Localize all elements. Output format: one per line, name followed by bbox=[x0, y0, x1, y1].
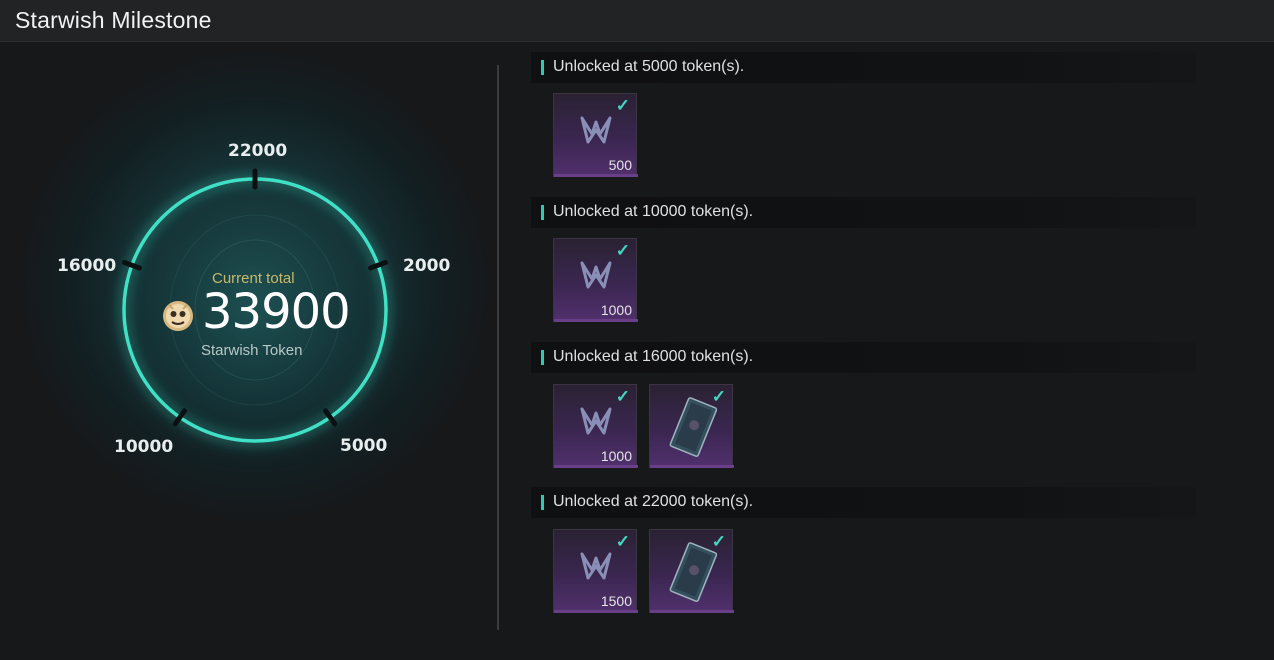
reward-item[interactable]: ✓ bbox=[649, 384, 734, 468]
claimed-check-icon: ✓ bbox=[615, 241, 630, 260]
reward-item[interactable]: ✓ 1000 bbox=[553, 238, 638, 322]
reward-item[interactable]: ✓ 500 bbox=[553, 93, 638, 177]
milestone-label-5000: 5000 bbox=[340, 436, 388, 456]
rarity-bar bbox=[650, 465, 734, 468]
tier-header-10000: Unlocked at 10000 token(s). bbox=[531, 197, 1196, 228]
reward-item[interactable]: ✓ 1000 bbox=[553, 384, 638, 468]
reward-quantity: 1000 bbox=[600, 302, 632, 318]
rarity-bar bbox=[554, 610, 638, 613]
panel-divider bbox=[497, 65, 499, 630]
tier-header-text: Unlocked at 22000 token(s). bbox=[553, 493, 754, 510]
tier-header-text: Unlocked at 5000 token(s). bbox=[553, 58, 745, 75]
rarity-bar bbox=[554, 319, 638, 322]
rarity-bar bbox=[554, 174, 638, 177]
tier-header-22000: Unlocked at 22000 token(s). bbox=[531, 487, 1196, 518]
nexus-logo-icon bbox=[578, 403, 614, 444]
reward-quantity: 1000 bbox=[600, 448, 632, 464]
claimed-check-icon: ✓ bbox=[711, 532, 726, 551]
rarity-bar bbox=[554, 465, 638, 468]
tier-header-16000: Unlocked at 16000 token(s). bbox=[531, 342, 1196, 373]
tier-accent-bar bbox=[541, 495, 544, 510]
nexus-logo-icon bbox=[578, 112, 614, 153]
reward-item[interactable]: ✓ 1500 bbox=[553, 529, 638, 613]
reward-quantity: 1500 bbox=[600, 593, 632, 609]
claimed-check-icon: ✓ bbox=[711, 387, 726, 406]
reward-quantity: 500 bbox=[608, 157, 632, 173]
tier-header-5000: Unlocked at 5000 token(s). bbox=[531, 52, 1196, 83]
nexus-logo-icon bbox=[578, 257, 614, 298]
starwish-token-icon bbox=[161, 299, 195, 333]
claimed-check-icon: ✓ bbox=[615, 532, 630, 551]
current-total-value: 33900 bbox=[202, 284, 351, 340]
claimed-check-icon: ✓ bbox=[615, 96, 630, 115]
tier-header-text: Unlocked at 16000 token(s). bbox=[553, 348, 754, 365]
milestone-label-10000: 10000 bbox=[114, 437, 174, 457]
rarity-bar bbox=[650, 610, 734, 613]
tier-accent-bar bbox=[541, 60, 544, 75]
nexus-logo-icon bbox=[578, 548, 614, 589]
claimed-check-icon: ✓ bbox=[615, 387, 630, 406]
reward-item[interactable]: ✓ bbox=[649, 529, 734, 613]
milestone-label-22000: 22000 bbox=[228, 141, 288, 161]
tier-accent-bar bbox=[541, 205, 544, 220]
token-name-label: Starwish Token bbox=[201, 342, 303, 359]
tier-header-text: Unlocked at 10000 token(s). bbox=[553, 203, 754, 220]
milestone-label-2000: 2000 bbox=[403, 256, 451, 276]
milestone-label-16000: 16000 bbox=[57, 256, 117, 276]
tier-accent-bar bbox=[541, 350, 544, 365]
